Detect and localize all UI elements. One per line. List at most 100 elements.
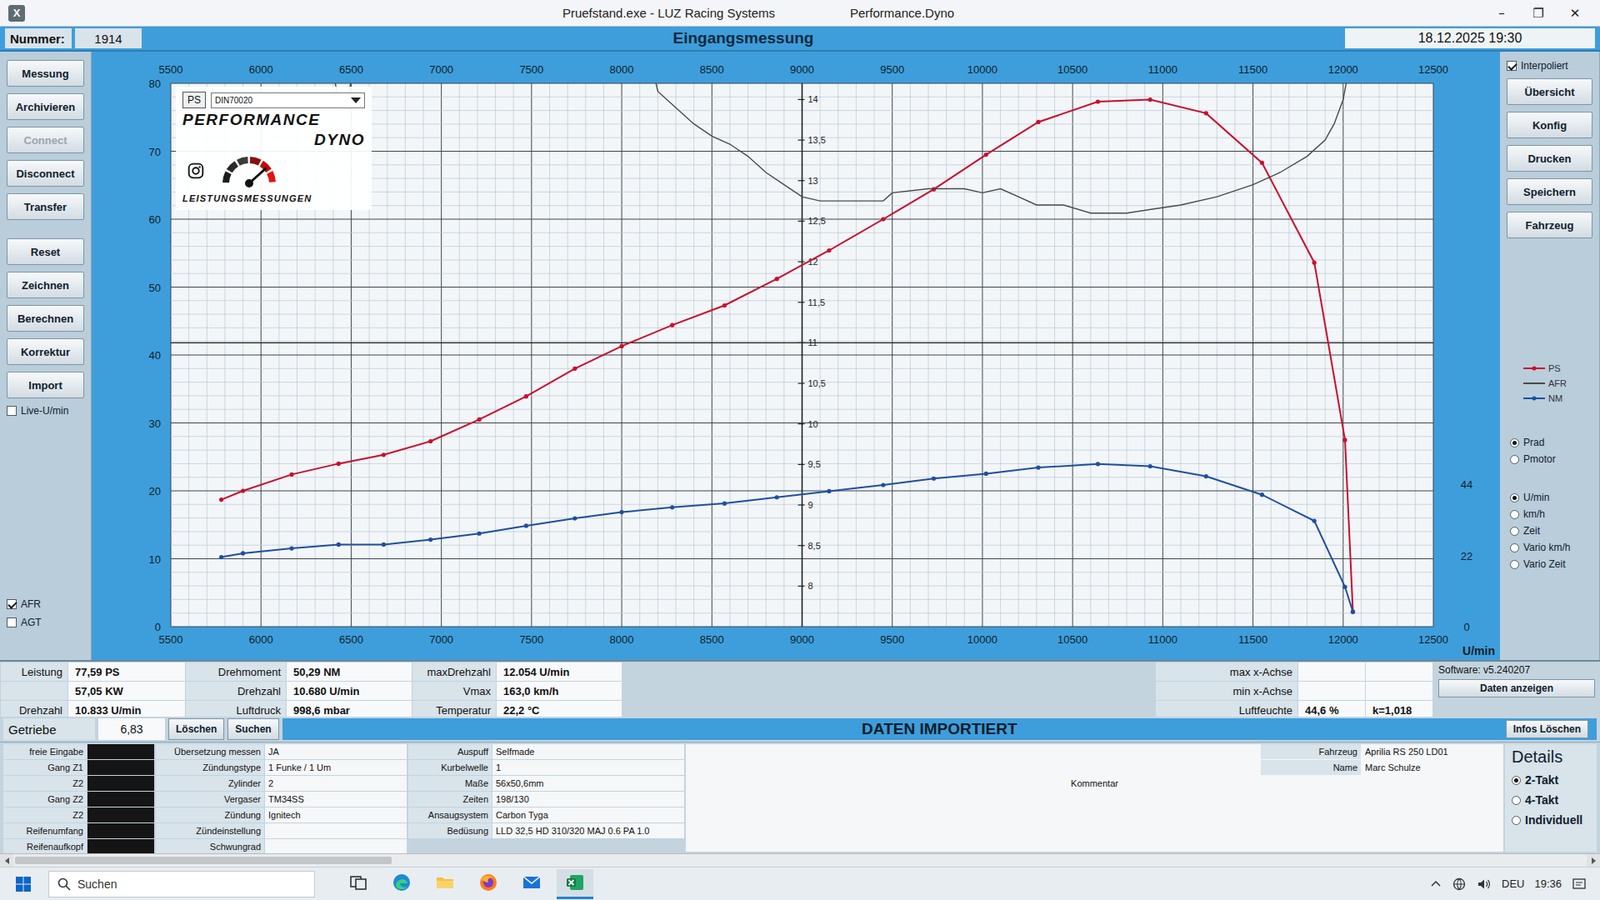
toolbar-button[interactable]: Import — [6, 371, 85, 399]
info-field[interactable]: 1 Funke / 1 Um — [265, 760, 407, 775]
info-field[interactable]: TM34SS — [265, 791, 407, 807]
toolbar-button[interactable]: Berechnen — [6, 305, 85, 332]
radio-option[interactable]: Zeit — [1510, 525, 1593, 537]
gear-button[interactable]: Löschen — [168, 718, 225, 740]
info-label: Reifenumfang — [3, 823, 87, 839]
toolbar-button[interactable]: Konfig — [1506, 111, 1593, 139]
toolbar-button[interactable]: Archivieren — [6, 93, 85, 120]
checkbox[interactable]: Live-U/min — [6, 405, 85, 417]
scroll-track[interactable] — [13, 854, 1587, 867]
x-tick: 10000 — [967, 633, 998, 646]
radio-dot[interactable] — [1511, 795, 1521, 805]
taskbar-app[interactable] — [426, 869, 464, 900]
radio-option[interactable]: Prad — [1510, 436, 1593, 449]
start-button[interactable] — [6, 870, 40, 899]
toolbar-button[interactable]: Transfer — [6, 193, 85, 220]
info-field[interactable] — [87, 744, 155, 760]
instagram-icon[interactable] — [187, 162, 205, 180]
info-field[interactable] — [87, 760, 155, 775]
notification-icon[interactable] — [1571, 876, 1587, 892]
info-field[interactable]: 56x50,6mm — [492, 775, 685, 791]
chevron-up-icon[interactable] — [1430, 878, 1442, 890]
horizontal-scrollbar[interactable] — [0, 853, 1600, 867]
info-field[interactable]: 2 — [265, 775, 407, 791]
toolbar-button[interactable]: Messung — [6, 60, 85, 87]
scroll-thumb[interactable] — [15, 856, 392, 865]
volume-icon[interactable] — [1476, 877, 1492, 891]
radio-option[interactable]: U/min — [1510, 491, 1593, 504]
radio-option[interactable]: Vario km/h — [1510, 541, 1593, 554]
info-label: Übersetzung messen — [155, 744, 265, 760]
window-control-button[interactable]: – — [1485, 2, 1519, 25]
checkbox-box[interactable] — [1506, 60, 1517, 71]
info-field[interactable]: Selfmade — [492, 744, 685, 760]
taskbar-app[interactable] — [383, 869, 420, 900]
radio-dot[interactable] — [1511, 775, 1521, 785]
info-field[interactable] — [265, 839, 407, 855]
network-icon[interactable] — [1451, 877, 1467, 891]
info-field[interactable]: JA — [265, 744, 407, 760]
radio-dot[interactable] — [1510, 543, 1520, 553]
taskbar-app[interactable] — [556, 869, 594, 900]
radio-option[interactable]: Individuell — [1511, 813, 1590, 827]
info-field[interactable]: Marc Schulze — [1361, 760, 1504, 775]
scroll-left-icon[interactable] — [0, 854, 14, 867]
info-field[interactable]: Carbon Tyga — [492, 807, 685, 823]
radio-dot[interactable] — [1510, 560, 1520, 570]
checkbox[interactable]: AFR — [6, 598, 85, 610]
taskbar-app[interactable] — [340, 869, 377, 900]
info-field[interactable]: 1 — [492, 760, 685, 775]
radio-option[interactable]: 4-Takt — [1511, 793, 1590, 807]
info-field[interactable] — [87, 791, 155, 807]
radio-option[interactable]: Pmotor — [1510, 453, 1593, 465]
radio-dot[interactable] — [1510, 526, 1520, 536]
window-control-button[interactable]: ✕ — [1558, 2, 1592, 25]
toolbar-button[interactable]: Zeichnen — [6, 271, 85, 299]
toolbar-button[interactable]: Reset — [6, 238, 85, 265]
clear-info-button[interactable]: Infos Löschen — [1505, 720, 1589, 739]
scroll-right-icon[interactable] — [1586, 854, 1600, 867]
checkbox[interactable]: AGT — [6, 616, 85, 629]
info-field[interactable] — [87, 807, 155, 823]
radio-dot[interactable] — [1510, 510, 1520, 520]
window-control-button[interactable]: ❐ — [1521, 2, 1555, 25]
toolbar-button[interactable]: Speichern — [1506, 178, 1593, 205]
toolbar-button[interactable]: Disconnect — [6, 160, 85, 187]
info-field[interactable] — [87, 839, 155, 855]
radio-option[interactable]: Vario Zeit — [1510, 558, 1593, 570]
radio-dot[interactable] — [1510, 438, 1520, 448]
radio-option[interactable]: km/h — [1510, 508, 1593, 520]
info-field[interactable] — [87, 775, 155, 791]
toolbar-button[interactable]: Connect — [6, 126, 85, 154]
radio-dot[interactable] — [1511, 815, 1521, 825]
info-field[interactable]: Aprilia RS 250 LD01 — [1361, 744, 1504, 760]
info-field[interactable]: 198/130 — [492, 791, 685, 807]
interpolated-checkbox[interactable]: Interpoliert — [1506, 60, 1593, 72]
show-data-button[interactable]: Daten anzeigen — [1438, 679, 1595, 698]
unit-button[interactable]: PS — [182, 91, 206, 109]
clock[interactable]: 19:36 — [1534, 877, 1562, 890]
number-field[interactable]: 1914 — [75, 28, 142, 49]
gear-button[interactable]: Suchen — [227, 718, 279, 740]
info-field[interactable]: LLD 32,5 HD 310/320 MAJ 0.6 PA 1.0 — [492, 823, 685, 839]
toolbar-button[interactable]: Korrektur — [6, 338, 85, 365]
language-indicator[interactable]: DEU — [1501, 877, 1525, 890]
radio-dot[interactable] — [1510, 455, 1520, 465]
toolbar-button[interactable]: Drucken — [1506, 145, 1593, 172]
data-point — [240, 550, 245, 555]
toolbar-button[interactable]: Fahrzeug — [1506, 211, 1593, 239]
checkbox-box[interactable] — [6, 599, 17, 610]
norm-dropdown[interactable]: DIN70020 — [210, 92, 365, 109]
info-field[interactable] — [87, 823, 155, 839]
taskbar-app[interactable] — [470, 869, 507, 900]
checkbox-box[interactable] — [6, 617, 17, 628]
search-box[interactable]: Suchen — [48, 870, 315, 898]
taskbar-app[interactable] — [513, 869, 550, 900]
gear-value[interactable]: 6,83 — [98, 718, 165, 740]
radio-dot[interactable] — [1510, 493, 1520, 503]
info-field[interactable]: Ignitech — [265, 807, 407, 823]
toolbar-button[interactable]: Übersicht — [1506, 78, 1593, 105]
checkbox-box[interactable] — [6, 405, 17, 416]
radio-option[interactable]: 2-Takt — [1511, 773, 1590, 787]
info-field[interactable] — [265, 823, 407, 839]
